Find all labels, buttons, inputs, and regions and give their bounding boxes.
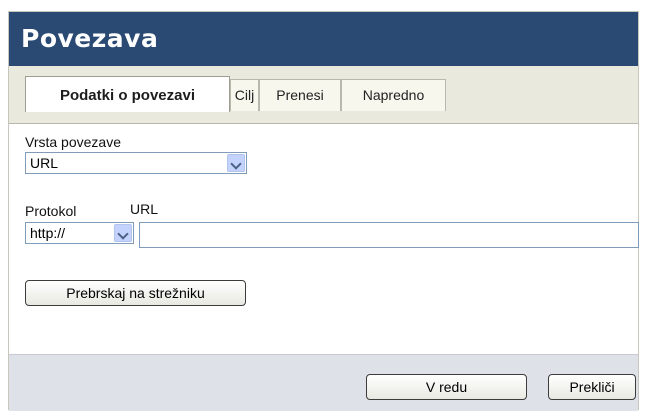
tab-upload[interactable]: Prenesi [259, 79, 341, 111]
link-dialog: Povezava Podatki o povezavi Cilj Prenesi… [8, 11, 639, 411]
protocol-value: http:// [30, 225, 66, 241]
protocol-label: Protokol [25, 203, 77, 219]
url-label: URL [130, 201, 159, 217]
chevron-down-icon[interactable] [114, 224, 132, 242]
browse-server-button[interactable]: Prebrskaj na strežniku [25, 280, 246, 306]
chevron-down-icon[interactable] [227, 154, 245, 172]
link-type-select[interactable]: URL [25, 152, 247, 174]
protocol-select[interactable]: http:// [25, 222, 134, 244]
tab-target[interactable]: Cilj [230, 79, 259, 111]
link-info-panel: Vrsta povezave URL Protokol URL http:// … [9, 124, 639, 354]
ok-button[interactable]: V redu [366, 374, 527, 400]
link-type-value: URL [30, 155, 59, 171]
dialog-footer: V redu Prekliči [9, 354, 638, 411]
dialog-title[interactable]: Povezava [9, 12, 638, 66]
url-input[interactable] [139, 222, 639, 248]
tab-advanced[interactable]: Napredno [341, 79, 446, 111]
link-type-label: Vrsta povezave [25, 134, 121, 150]
cancel-button[interactable]: Prekliči [548, 374, 636, 400]
tab-link-info[interactable]: Podatki o povezavi [25, 76, 230, 112]
tab-strip: Podatki o povezavi Cilj Prenesi Napredno [9, 66, 638, 124]
